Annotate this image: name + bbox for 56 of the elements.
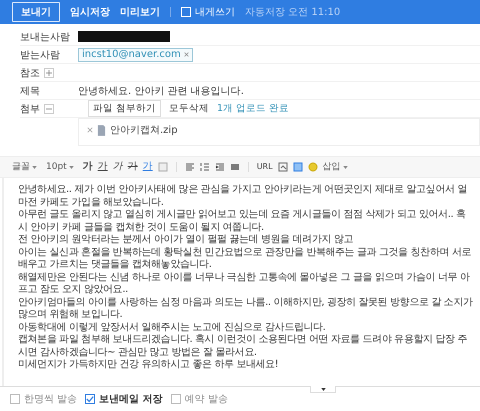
dropdown[interactable]: 삽입 (322, 161, 348, 173)
link-button[interactable]: URL (256, 161, 273, 173)
checkbox-label: 보낸메일 저장 (99, 393, 163, 406)
underline-button[interactable]: 가 (98, 161, 108, 173)
checkbox[interactable] (10, 394, 20, 404)
line-spacing-icon[interactable] (230, 162, 240, 172)
body-text: 해열제만은 안된다는 신념 하나로 아이를 너무나 극심한 고통속에 몰아넣은 그 글을 읽으며 가슴이 너무 아프고 잠도 오지 않았어요.. (18, 272, 471, 296)
indent-icon[interactable] (214, 162, 225, 172)
remove-icon[interactable] (87, 127, 93, 133)
caret-icon (342, 166, 348, 168)
field-label: 받는사람 (20, 48, 61, 62)
dropdown[interactable]: 글꼴 (12, 161, 37, 173)
body-text: 미세먼지가 가득하지만 건강 유의하시고 좋은 하루 보내세요! (18, 359, 280, 372)
resize-handle[interactable] (310, 386, 336, 393)
checkbox[interactable] (170, 394, 181, 404)
field-label: 제목 (20, 84, 41, 98)
body-text: 전 안아키의 원악터라는 분께서 아이가 열이 펄펄 끓는데 병원을 데려가지 않고 (18, 234, 354, 246)
remove-icon[interactable] (184, 52, 189, 57)
body-text: 안아키엄마들의 아이를 사랑하는 심정 마음과 의도는 나름.. 이해하지만, 굉장히 잘못된 방향으로 갈 소지가 많으며 위험해 보입니다. (18, 296, 474, 322)
field-label: 참조 (20, 66, 40, 80)
numbered-list-icon[interactable] (200, 162, 210, 172)
italic-button[interactable]: 가 (112, 161, 123, 173)
body-text: 아무런 글도 올리지 않고 열심히 게시글만 읽어보고 있는데 요즘 게시글들이 점점 삭제가 되고 있어서.. 혹시 안아키 카페 글들을 캡쳐한 것이 도움이 될지 여쭙니다. (18, 209, 467, 234)
checkbox-label: 내게쓰기 (195, 6, 235, 19)
image-icon[interactable] (278, 162, 288, 172)
delete-all-button[interactable]: 모두삭제 (161, 102, 210, 115)
file-name: 안아키캡쳐.zip (110, 124, 178, 137)
field-label: 첨부 (20, 102, 40, 116)
body-text: 캡쳐본을 파일 첨부해 보내드리겠습니다. 혹시 이런것이 소용된다면 어떤 자료를 드려야 유용할지 답장 주시면 감사하겠습니다~ 관심만 많고 방법은 잘 몰라서요. (18, 334, 468, 359)
text-color-button[interactable]: 가 (142, 161, 153, 173)
checkbox-label: 예약 발송 (184, 393, 228, 406)
bold-button[interactable]: 가 (82, 161, 93, 173)
body-text: 아이는 실신과 혼절을 반복하는데 황탁실천 민간요법으로 관장만을 반복해주는 글과 그것을 칭찬하며 서로 배우고 가르치는 댓글들을 캡쳐해놓았습니다. (18, 246, 472, 272)
field-label: 보내는사람 (20, 30, 71, 44)
body-text: 안녕하세요.. 제가 이번 안아키사태에 많은 관심을 가지고 안아키라는게 어떤곳인지 제대로 알고싶어서 얼마전 카페도 가입을 해보았습니다. (18, 184, 468, 209)
checkbox-label: 한명씩 발송 (24, 393, 78, 406)
send-button[interactable]: 보내기 (12, 2, 60, 22)
emoji-icon[interactable] (308, 162, 318, 172)
caret-icon (32, 166, 37, 168)
toolbar-button[interactable]: 임시저장 (70, 5, 110, 19)
dropdown[interactable]: 10pt (46, 161, 74, 173)
body-text: 아동학대에 이렇게 앞장서서 일해주시는 노고에 진심으로 감사드립니다. (18, 322, 326, 334)
autosave-status: 자동저장 오전 11:10 (245, 6, 340, 19)
strikethrough-button[interactable]: 가 (128, 161, 138, 173)
caret-icon (68, 166, 74, 168)
table-icon[interactable] (292, 162, 303, 172)
attach-file-button[interactable]: 파일 첨부하기 (88, 100, 162, 117)
upload-status: 1개 업로드 완료 (217, 102, 290, 115)
align-icon[interactable] (184, 162, 195, 172)
toolbar-button[interactable]: 미리보기 (120, 5, 160, 19)
file-icon (97, 124, 106, 136)
collapse-icon[interactable] (44, 104, 54, 114)
checkbox[interactable] (85, 394, 96, 404)
expand-icon[interactable] (44, 68, 54, 78)
background-color-icon[interactable] (158, 162, 168, 172)
subject-field[interactable]: 안녕하세요. 안아키 관련 내용입니다. (78, 84, 244, 98)
